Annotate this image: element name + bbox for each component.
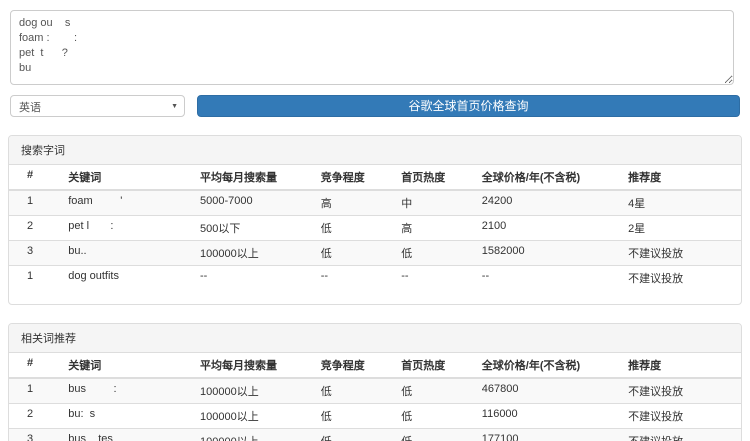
table-cell: 2星 [620, 216, 741, 241]
table-cell: 不建议投放 [620, 429, 741, 441]
table-cell: 低 [313, 404, 394, 429]
table-cell: bu: s [60, 404, 192, 429]
column-header: 首页热度 [393, 165, 474, 190]
page: dog ou s foam : : pet t ? bu 英语 ▼ 谷歌全球首页… [0, 0, 750, 441]
table-cell: pet l : [60, 216, 192, 241]
table-row: 1foam '5000-7000高中242004星 [9, 190, 741, 216]
table-header-row: #关键词平均每月搜索量竞争程度首页热度全球价格/年(不含税)推荐度 [9, 353, 741, 378]
table-cell: 177100 [474, 429, 620, 441]
table-cell: 低 [393, 241, 474, 266]
table-cell: 中 [393, 190, 474, 216]
table-header-row: #关键词平均每月搜索量竞争程度首页热度全球价格/年(不含税)推荐度 [9, 165, 741, 190]
column-header: 全球价格/年(不含税) [474, 353, 620, 378]
table-cell: 3 [9, 429, 60, 441]
table-cell: 500以下 [192, 216, 313, 241]
column-header: 平均每月搜索量 [192, 165, 313, 190]
table-cell: 不建议投放 [620, 241, 741, 266]
table-cell: 24200 [474, 190, 620, 216]
table-cell: 1 [9, 190, 60, 216]
table-cell: 100000以上 [192, 429, 313, 441]
column-header: 平均每月搜索量 [192, 353, 313, 378]
table-cell: 高 [313, 190, 394, 216]
column-header: # [9, 165, 60, 190]
table-cell: 1 [9, 378, 60, 404]
keywords-textarea[interactable]: dog ou s foam : : pet t ? bu [10, 10, 734, 85]
column-header: 全球价格/年(不含税) [474, 165, 620, 190]
table-cell: 低 [393, 404, 474, 429]
table-cell: 100000以上 [192, 378, 313, 404]
column-header: 推荐度 [620, 353, 741, 378]
table-cell: 低 [313, 429, 394, 441]
table-cell: 2100 [474, 216, 620, 241]
table-cell: 低 [313, 216, 394, 241]
table-cell: 高 [393, 216, 474, 241]
table-cell: foam ' [60, 190, 192, 216]
table-cell: 100000以上 [192, 404, 313, 429]
related-terms-table: #关键词平均每月搜索量竞争程度首页热度全球价格/年(不含税)推荐度1bus :1… [9, 353, 741, 441]
table-cell: 不建议投放 [620, 404, 741, 429]
table-cell: 不建议投放 [620, 266, 741, 291]
table-row: 2pet l :500以下低高21002星 [9, 216, 741, 241]
table-cell: -- [393, 266, 474, 291]
table-cell: 低 [393, 378, 474, 404]
table-row: 2bu: s100000以上低低116000不建议投放 [9, 404, 741, 429]
table-cell: 低 [393, 429, 474, 441]
related-terms-panel: 相关词推荐 #关键词平均每月搜索量竞争程度首页热度全球价格/年(不含税)推荐度1… [8, 323, 742, 441]
column-header: 关键词 [60, 353, 192, 378]
table-cell: bus tes [60, 429, 192, 441]
table-cell: 低 [313, 378, 394, 404]
table-cell: 1582000 [474, 241, 620, 266]
column-header: 首页热度 [393, 353, 474, 378]
table-cell: 116000 [474, 404, 620, 429]
column-header: 关键词 [60, 165, 192, 190]
query-controls: 英语 ▼ 谷歌全球首页价格查询 [10, 95, 740, 117]
table-cell: 2 [9, 216, 60, 241]
search-terms-table: #关键词平均每月搜索量竞争程度首页热度全球价格/年(不含税)推荐度1foam '… [9, 165, 741, 290]
column-header: 推荐度 [620, 165, 741, 190]
search-terms-panel: 搜索字词 #关键词平均每月搜索量竞争程度首页热度全球价格/年(不含税)推荐度1f… [8, 135, 742, 305]
table-cell: 低 [313, 241, 394, 266]
table-cell: -- [192, 266, 313, 291]
table-row: 1dog outfits--------不建议投放 [9, 266, 741, 291]
search-terms-panel-title: 搜索字词 [9, 136, 741, 165]
table-cell: 467800 [474, 378, 620, 404]
select-caret-icon: ▼ [171, 103, 178, 110]
column-header: 竞争程度 [313, 165, 394, 190]
table-cell: 不建议投放 [620, 378, 741, 404]
table-cell: bus : [60, 378, 192, 404]
table-cell: dog outfits [60, 266, 192, 291]
table-cell: 5000-7000 [192, 190, 313, 216]
table-row: 3bu..100000以上低低1582000不建议投放 [9, 241, 741, 266]
language-select-value: 英语 [19, 102, 41, 114]
table-row: 1bus :100000以上低低467800不建议投放 [9, 378, 741, 404]
related-terms-panel-title: 相关词推荐 [9, 324, 741, 353]
table-row: 3bus tes100000以上低低177100不建议投放 [9, 429, 741, 441]
table-cell: 100000以上 [192, 241, 313, 266]
column-header: 竞争程度 [313, 353, 394, 378]
global-price-query-button[interactable]: 谷歌全球首页价格查询 [197, 95, 740, 117]
column-header: # [9, 353, 60, 378]
table-cell: -- [474, 266, 620, 291]
table-cell: bu.. [60, 241, 192, 266]
table-cell: 3 [9, 241, 60, 266]
table-cell: 4星 [620, 190, 741, 216]
table-cell: 2 [9, 404, 60, 429]
language-select[interactable]: 英语 ▼ [10, 95, 185, 117]
table-cell: -- [313, 266, 394, 291]
table-cell: 1 [9, 266, 60, 291]
